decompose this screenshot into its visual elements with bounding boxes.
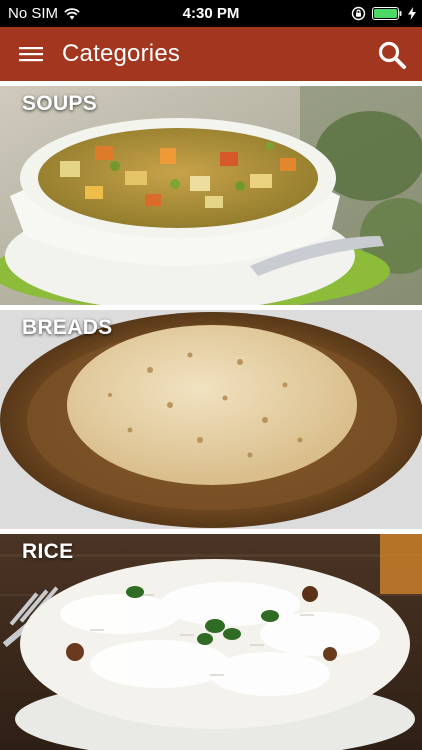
- charging-bolt-icon: [408, 7, 416, 20]
- search-button[interactable]: [374, 37, 410, 73]
- search-icon: [378, 41, 406, 69]
- soup-photo: [0, 86, 422, 305]
- category-label: SOUPS: [22, 92, 98, 115]
- hamburger-menu-icon: [19, 47, 43, 62]
- orientation-lock-icon: [351, 6, 366, 21]
- battery-icon: [372, 7, 402, 20]
- rice-photo: [0, 534, 422, 750]
- category-label: BREADS: [22, 316, 113, 339]
- status-bar: No SIM 4:30 PM: [0, 0, 422, 27]
- category-card-breads[interactable]: BREADS: [0, 310, 422, 529]
- status-bar-right: [351, 0, 416, 27]
- page-title: Categories: [62, 40, 181, 67]
- category-card-soups[interactable]: SOUPS: [0, 86, 422, 305]
- category-card-rice[interactable]: RICE: [0, 534, 422, 750]
- menu-button[interactable]: [0, 27, 62, 81]
- category-label: RICE: [22, 540, 74, 563]
- bread-photo: [0, 310, 422, 529]
- app-bar: Categories: [0, 27, 422, 81]
